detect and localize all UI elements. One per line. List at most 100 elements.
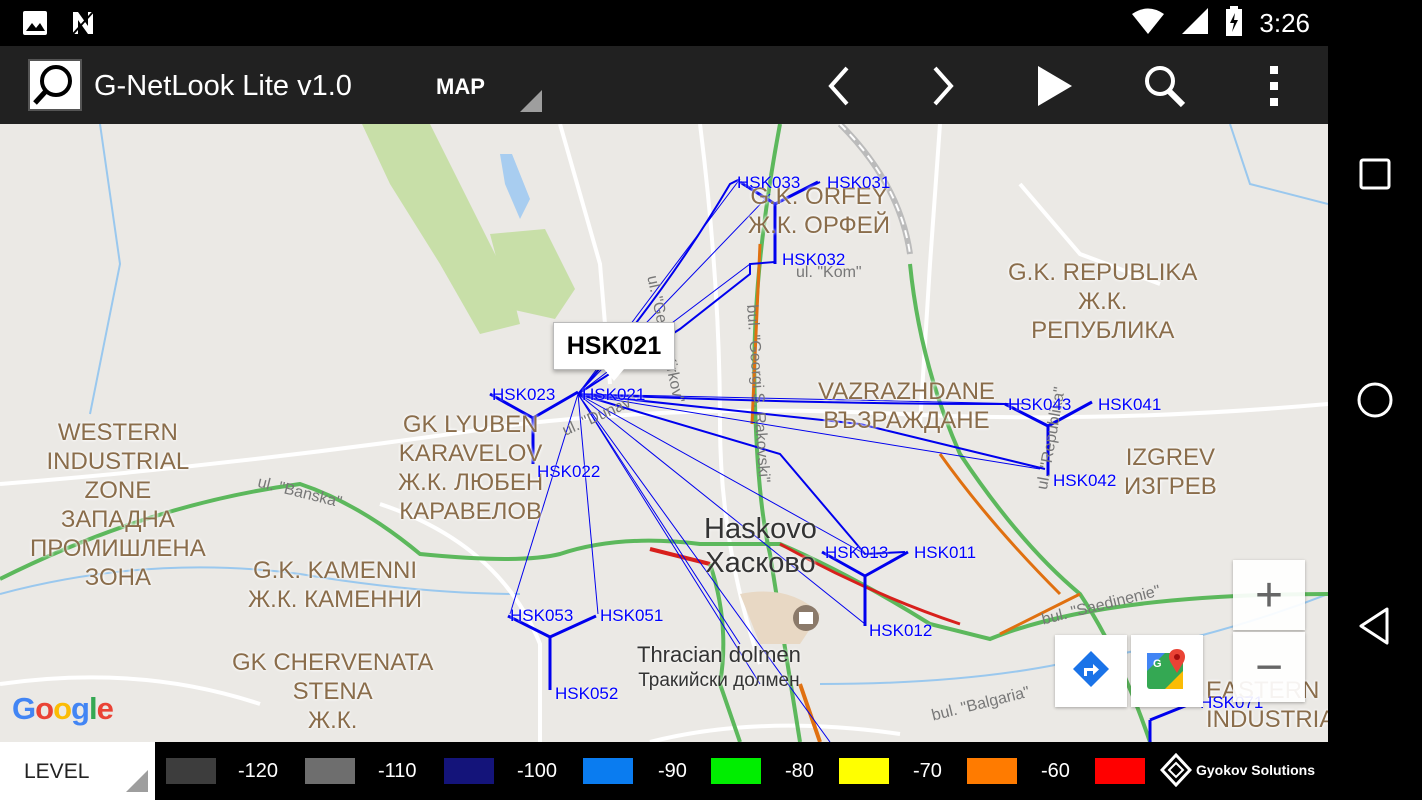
view-selector[interactable]: MAP bbox=[436, 74, 485, 100]
district-line: Ж.К. ОРФЕЙ bbox=[748, 212, 891, 239]
signal-icon bbox=[1181, 7, 1209, 40]
legend-label: -90 bbox=[658, 760, 687, 782]
poi-line: Тракийски долмен bbox=[638, 670, 800, 691]
legend-label: -80 bbox=[785, 760, 814, 782]
district-line: G.K. KAMENNI bbox=[253, 557, 418, 584]
district-line: Ж.К. КАМЕННИ bbox=[248, 586, 423, 613]
battery-charging-icon bbox=[1225, 6, 1243, 41]
poi-line: Thracian dolmen bbox=[637, 642, 801, 667]
zoom-out-button[interactable]: − bbox=[1233, 632, 1305, 702]
app-logo-icon[interactable] bbox=[28, 59, 82, 111]
district-line: WESTERN bbox=[57, 419, 178, 446]
level-selector-label: LEVEL bbox=[24, 760, 90, 783]
legend-label: -110 bbox=[378, 760, 417, 782]
clock: 3:26 bbox=[1259, 8, 1310, 38]
home-button[interactable] bbox=[1353, 378, 1397, 422]
district-line: GK LYUBEN bbox=[402, 411, 539, 438]
site-label[interactable]: HSK033 bbox=[737, 173, 800, 193]
legend-label: -70 bbox=[913, 760, 942, 782]
more-vert-icon[interactable] bbox=[1248, 60, 1300, 112]
district-label-izgrev: IZGREV ИЗГРЕВ bbox=[1124, 443, 1217, 501]
district-label-kamenni: G.K. KAMENNI Ж.К. КАМЕННИ bbox=[248, 556, 422, 614]
legend-swatch bbox=[711, 758, 761, 784]
legend-swatch bbox=[1095, 758, 1145, 784]
district-label-western-industrial-zone: WESTERN INDUSTRIAL ZONE ЗАПАДНА ПРОМИШЛЕ… bbox=[30, 418, 206, 592]
chevron-right-icon[interactable] bbox=[918, 60, 970, 112]
district-line: IZGREV bbox=[1125, 444, 1216, 471]
site-label[interactable]: HSK031 bbox=[827, 173, 890, 193]
district-line: ПРОМИШЛЕНА bbox=[30, 535, 206, 562]
legend-label: -100 bbox=[517, 760, 558, 782]
site-label[interactable]: HSK042 bbox=[1053, 471, 1116, 491]
site-label[interactable]: HSK053 bbox=[510, 606, 573, 626]
directions-button[interactable] bbox=[1055, 635, 1127, 707]
legend-label: -120 bbox=[238, 760, 279, 782]
district-line: КАРАВЕЛОВ bbox=[399, 498, 543, 525]
legend-swatch bbox=[305, 758, 355, 784]
district-line: Ж.К. ЛЮБЕН bbox=[398, 469, 544, 496]
level-selector-dropdown-icon[interactable] bbox=[126, 770, 148, 792]
site-label[interactable]: HSK051 bbox=[600, 606, 663, 626]
district-line: ЗАПАДНА bbox=[60, 506, 175, 533]
district-label-chervenata-stena: GK CHERVENATA STENA Ж.К. bbox=[232, 648, 433, 735]
district-label-republika: G.K. REPUBLIKA Ж.К. РЕПУБЛИКА bbox=[1008, 258, 1197, 345]
site-label[interactable]: HSK013 bbox=[825, 543, 888, 563]
site-label[interactable]: HSK041 bbox=[1098, 395, 1161, 415]
site-label[interactable]: HSK023 bbox=[492, 385, 555, 405]
brand-logo: Gyokov Solutions bbox=[1160, 753, 1315, 787]
brand-name: Gyokov Solutions bbox=[1196, 762, 1316, 778]
level-selector[interactable]: LEVEL bbox=[0, 742, 155, 800]
recents-button[interactable] bbox=[1353, 152, 1397, 196]
site-label[interactable]: HSK022 bbox=[537, 462, 600, 482]
district-line: ЗОНА bbox=[84, 564, 151, 591]
map-view[interactable]: G.K. ORFEY Ж.К. ОРФЕЙ G.K. REPUBLIKA Ж.К… bbox=[0, 124, 1328, 742]
city-line: Хасково bbox=[705, 547, 816, 579]
app-title: G-NetLook Lite v1.0 bbox=[94, 70, 352, 102]
open-in-maps-button[interactable]: G bbox=[1131, 635, 1203, 707]
district-line: G.K. REPUBLIKA bbox=[1008, 259, 1198, 286]
district-line: ИЗГРЕВ bbox=[1124, 473, 1217, 500]
legend-label: -60 bbox=[1041, 760, 1070, 782]
site-label[interactable]: HSK021 bbox=[582, 385, 645, 405]
directions-icon bbox=[1071, 649, 1111, 694]
site-label[interactable]: HSK052 bbox=[555, 684, 618, 704]
district-line: ZONE bbox=[84, 477, 152, 504]
zoom-in-button[interactable]: + bbox=[1233, 560, 1305, 630]
legend-swatch bbox=[839, 758, 889, 784]
google-logo: Google bbox=[12, 691, 114, 726]
system-nav-bar bbox=[1328, 0, 1422, 800]
legend-swatch bbox=[583, 758, 633, 784]
legend-swatch bbox=[166, 758, 216, 784]
site-label[interactable]: HSK043 bbox=[1008, 395, 1071, 415]
district-line: GK CHERVENATA bbox=[232, 649, 434, 676]
view-selector-dropdown-icon[interactable] bbox=[520, 90, 542, 112]
site-label[interactable]: HSK032 bbox=[782, 250, 845, 270]
back-button[interactable] bbox=[1353, 604, 1397, 648]
poi-label-thracian-dolmen[interactable]: Thracian dolmen Тракийски долмен bbox=[637, 642, 801, 694]
district-line: VAZRAZHDANE bbox=[818, 378, 995, 405]
district-line: STENA bbox=[292, 678, 373, 705]
district-line: KARAVELOV bbox=[398, 440, 543, 467]
brand-logo-icon bbox=[1160, 753, 1192, 787]
district-label-vazrazhdane: VAZRAZHDANE ВЪЗРАЖДАНЕ bbox=[818, 377, 995, 435]
wifi-icon bbox=[1131, 7, 1165, 40]
search-icon[interactable] bbox=[1138, 60, 1190, 112]
app-bar: G-NetLook Lite v1.0 MAP bbox=[0, 46, 1328, 124]
legend-swatch bbox=[444, 758, 494, 784]
city-line: Haskovo bbox=[704, 513, 817, 545]
site-info-window[interactable]: HSK021 bbox=[553, 322, 675, 381]
legend-swatch bbox=[967, 758, 1017, 784]
chevron-left-icon[interactable] bbox=[812, 60, 864, 112]
district-line: INDUSTRIAL bbox=[46, 448, 190, 475]
signal-level-legend: LEVEL -120 -110 -100 -90 -80 -70 -60 Gyo… bbox=[0, 742, 1328, 800]
district-line: Ж.К. bbox=[1077, 288, 1128, 315]
svg-text:G: G bbox=[1153, 658, 1162, 670]
site-label[interactable]: HSK011 bbox=[914, 543, 976, 563]
site-label[interactable]: HSK012 bbox=[869, 621, 932, 641]
status-bar: 3:26 bbox=[0, 0, 1328, 46]
district-line: РЕПУБЛИКА bbox=[1031, 317, 1175, 344]
play-icon[interactable] bbox=[1028, 60, 1080, 112]
n-icon bbox=[70, 10, 96, 41]
district-label-lyuben-karavelov: GK LYUBEN KARAVELOV Ж.К. ЛЮБЕН КАРАВЕЛОВ bbox=[398, 410, 543, 526]
city-label-haskovo: Haskovo Хасково bbox=[704, 512, 817, 580]
